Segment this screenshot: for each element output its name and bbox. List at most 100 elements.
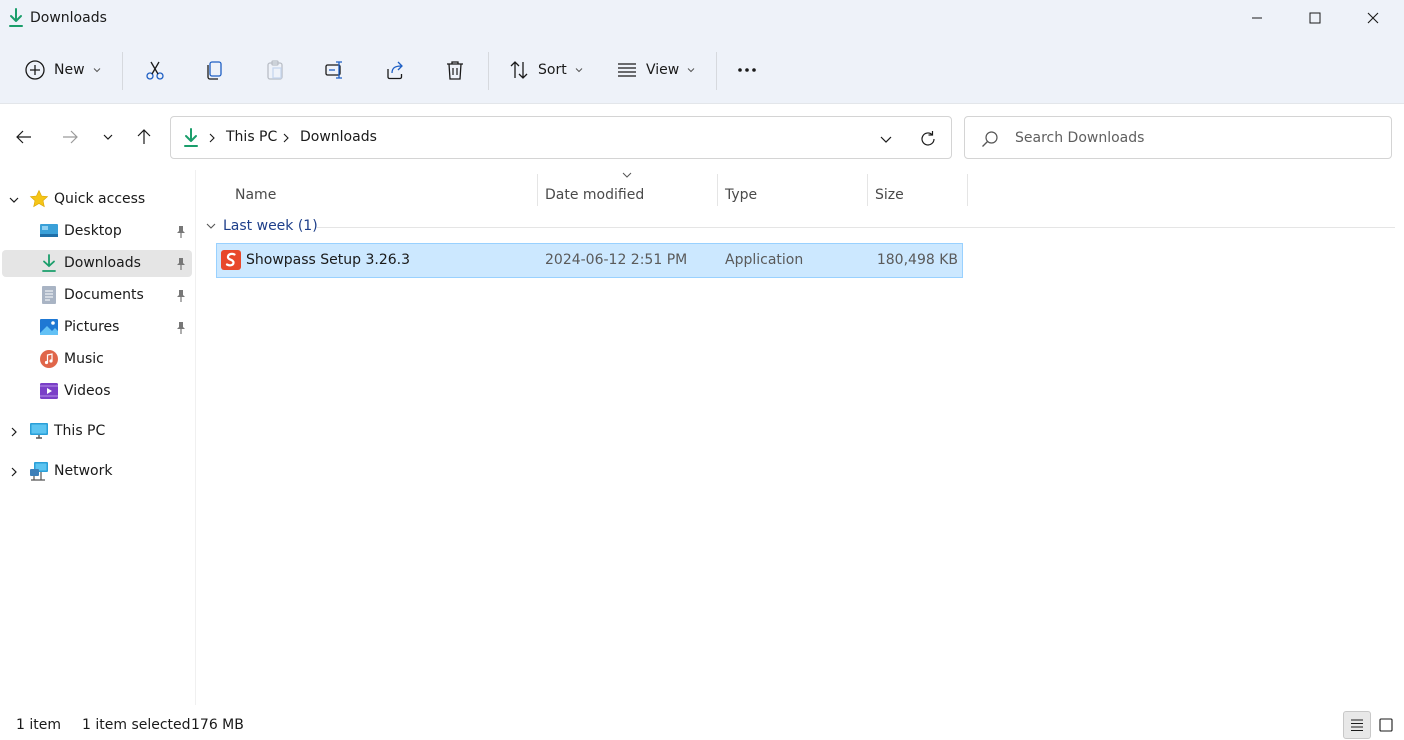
- toolbar-separator: [122, 52, 123, 90]
- sidebar-item-label: Downloads: [64, 255, 141, 271]
- downloads-icon: [9, 8, 23, 27]
- sidebar-item-downloads[interactable]: Downloads: [2, 250, 192, 277]
- minimize-icon: [1252, 17, 1262, 19]
- group-header[interactable]: Last week (1): [205, 216, 318, 236]
- column-divider[interactable]: [867, 174, 868, 206]
- sidebar-item-music[interactable]: Music: [2, 346, 192, 373]
- sort-label: Sort: [538, 62, 567, 78]
- sidebar-item-label: Network: [54, 463, 113, 479]
- status-selection: 1 item selected: [82, 717, 191, 733]
- downloads-icon: [184, 128, 198, 147]
- column-divider[interactable]: [967, 174, 968, 206]
- breadcrumb-this-pc[interactable]: This PC: [226, 129, 277, 145]
- pin-icon: [177, 322, 185, 334]
- up-button[interactable]: [128, 121, 160, 153]
- sort-button[interactable]: Sort: [500, 52, 591, 88]
- chevron-right-icon[interactable]: [8, 466, 20, 478]
- maximize-button[interactable]: [1286, 0, 1344, 36]
- file-size: 180,498 KB: [876, 252, 958, 268]
- sidebar-item-desktop[interactable]: Desktop: [2, 218, 192, 245]
- breadcrumb-downloads[interactable]: Downloads: [300, 129, 377, 145]
- arrow-right-icon: [63, 130, 78, 144]
- chevron-down-icon[interactable]: [205, 220, 217, 232]
- sort-descending-icon: [622, 172, 632, 178]
- cut-button[interactable]: [136, 52, 174, 88]
- details-view-button[interactable]: [1343, 711, 1371, 739]
- address-bar[interactable]: This PC Downloads: [170, 116, 952, 159]
- sidebar-item-videos[interactable]: Videos: [2, 378, 192, 405]
- rename-icon: [325, 61, 342, 79]
- sort-icon: [510, 61, 528, 79]
- desktop-icon: [40, 224, 58, 237]
- window-title: Downloads: [30, 10, 107, 26]
- sidebar-item-label: Quick access: [54, 191, 146, 207]
- column-divider[interactable]: [717, 174, 718, 206]
- arrow-left-icon: [16, 130, 31, 144]
- videos-icon: [40, 383, 58, 399]
- more-options-button[interactable]: [728, 52, 766, 88]
- new-button[interactable]: New: [16, 52, 109, 88]
- view-button[interactable]: View: [608, 52, 703, 88]
- refresh-button[interactable]: [913, 126, 943, 152]
- chevron-down-icon: [687, 68, 695, 73]
- recent-locations-button[interactable]: [92, 121, 124, 153]
- sidebar-item-label: Documents: [64, 287, 144, 303]
- toolbar-separator: [488, 52, 489, 90]
- navigation-pane: Quick access Desktop Downloads Documents…: [0, 170, 196, 705]
- downloads-icon: [42, 254, 56, 272]
- title-bar: Downloads: [0, 0, 1404, 38]
- status-item-count: 1 item: [16, 717, 61, 733]
- more-icon: [738, 68, 756, 72]
- large-icons-view-icon: [1379, 718, 1393, 732]
- close-button[interactable]: [1344, 0, 1402, 36]
- column-header-name[interactable]: Name: [235, 180, 535, 210]
- sidebar-item-label: This PC: [54, 423, 106, 439]
- column-divider[interactable]: [537, 174, 538, 206]
- arrow-up-icon: [137, 129, 151, 144]
- refresh-icon: [921, 131, 935, 146]
- chevron-right-icon[interactable]: [207, 131, 217, 145]
- showpass-app-icon: [221, 250, 241, 270]
- search-box[interactable]: [964, 116, 1392, 159]
- new-icon: [25, 60, 45, 80]
- toolbar-separator: [716, 52, 717, 90]
- sidebar-item-quick-access[interactable]: Quick access: [2, 186, 192, 213]
- details-view-icon: [1351, 719, 1363, 732]
- rename-button[interactable]: [316, 52, 354, 88]
- chevron-down-icon[interactable]: [8, 194, 20, 206]
- sidebar-item-documents[interactable]: Documents: [2, 282, 192, 309]
- large-icons-view-button[interactable]: [1372, 711, 1400, 739]
- chevron-right-icon[interactable]: [281, 131, 291, 145]
- minimize-button[interactable]: [1228, 0, 1286, 36]
- music-icon: [40, 350, 58, 368]
- address-history-button[interactable]: [871, 128, 901, 150]
- copy-icon: [207, 61, 222, 80]
- sidebar-item-this-pc[interactable]: This PC: [2, 418, 192, 445]
- group-label: Last week (1): [223, 218, 318, 234]
- forward-button[interactable]: [54, 121, 86, 153]
- command-bar: New Sort View: [0, 38, 1404, 104]
- sidebar-item-label: Music: [64, 351, 104, 367]
- share-icon: [387, 61, 403, 80]
- copy-button[interactable]: [196, 52, 234, 88]
- chevron-down-icon: [575, 68, 583, 73]
- status-bar: 1 item 1 item selected 176 MB: [0, 705, 1404, 740]
- column-header-type[interactable]: Type: [725, 180, 865, 210]
- back-button[interactable]: [8, 121, 40, 153]
- new-label: New: [54, 62, 85, 78]
- chevron-right-icon[interactable]: [8, 426, 20, 438]
- paste-button[interactable]: [256, 52, 294, 88]
- sidebar-item-label: Pictures: [64, 319, 120, 335]
- column-header-date-modified[interactable]: Date modified: [545, 180, 715, 210]
- pin-icon: [177, 290, 185, 302]
- address-row: This PC Downloads: [0, 105, 1404, 169]
- share-button[interactable]: [376, 52, 414, 88]
- sidebar-item-network[interactable]: Network: [2, 458, 192, 485]
- search-icon: [982, 131, 998, 147]
- file-row[interactable]: Showpass Setup 3.26.3 2024-06-12 2:51 PM…: [216, 243, 963, 278]
- search-input[interactable]: [1015, 127, 1375, 149]
- sidebar-item-pictures[interactable]: Pictures: [2, 314, 192, 341]
- column-header-size[interactable]: Size: [875, 180, 965, 210]
- pictures-icon: [40, 319, 58, 335]
- delete-button[interactable]: [436, 52, 474, 88]
